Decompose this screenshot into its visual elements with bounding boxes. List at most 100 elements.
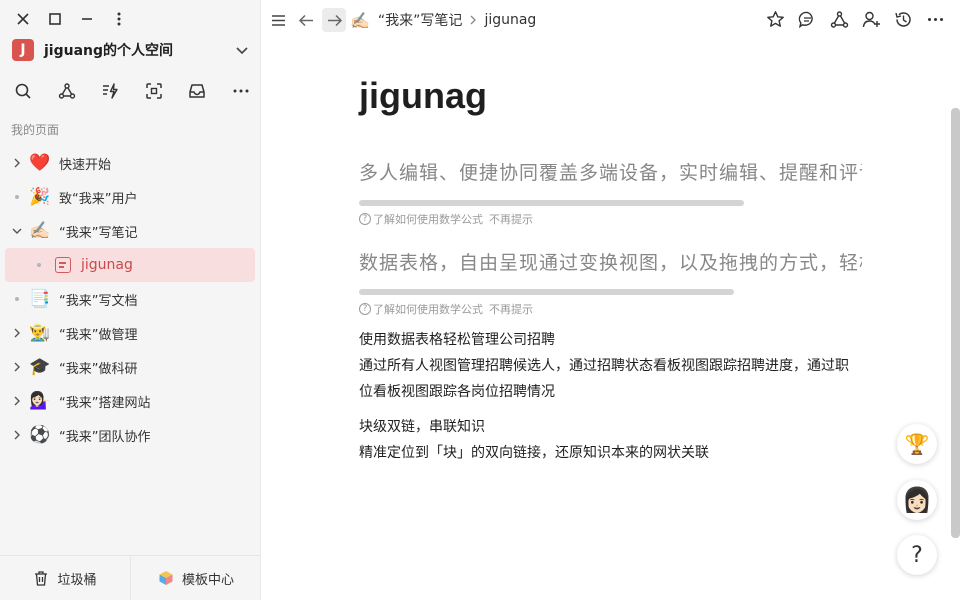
math-hint: ? 了解如何使用数学公式 不再提示 [359, 301, 533, 317]
help-icon: ? [911, 542, 923, 568]
bullet-dot [11, 191, 23, 203]
help-circle-icon: ? [359, 213, 371, 225]
page-title[interactable]: jigunag [359, 75, 487, 117]
chevron-right-icon[interactable] [11, 429, 23, 441]
section-label-my-pages: 我的页面 [11, 123, 60, 137]
chevron-right-icon[interactable] [11, 395, 23, 407]
sidebar: J jiguang的个人空间 我的页面 ❤️ 快速开始 🎉 致“我来”用户 ✍🏻… [0, 0, 261, 600]
comment-icon[interactable] [796, 8, 818, 30]
math-formula-block[interactable]: 数据表格，自由呈现通过变换视图，以及拖拽的方式，轻松 [359, 248, 862, 275]
trash-icon [35, 571, 48, 586]
star-icon[interactable] [764, 8, 786, 30]
page-actions [754, 8, 946, 30]
tree-item-welcome[interactable]: 🎉 致“我来”用户 [5, 180, 255, 214]
party-popper-icon: 🎉 [29, 187, 51, 207]
tree-item-jigunag[interactable]: jigunag [5, 248, 255, 282]
tree-item-quick-start[interactable]: ❤️ 快速开始 [5, 146, 255, 180]
avatar: 👩🏻 [902, 486, 932, 514]
more-vertical-icon[interactable] [108, 8, 130, 30]
breadcrumb: ✍🏻 “我来”写笔记 jigunag [350, 10, 536, 30]
heart-icon: ❤️ [29, 153, 51, 173]
tree-item-label: 致“我来”用户 [59, 191, 138, 207]
tree-item-label: “我来”做科研 [59, 361, 138, 377]
tree-item-label: “我来”写文档 [59, 293, 138, 309]
close-icon[interactable] [12, 8, 34, 30]
tree-item-label: “我来”做管理 [59, 327, 138, 343]
chevron-right-icon[interactable] [11, 327, 23, 339]
graduation-cap-icon: 🎓 [29, 357, 51, 377]
tree-item-label: “我来”写笔记 [59, 225, 138, 241]
math-hint-link[interactable]: 了解如何使用数学公式 [373, 301, 483, 317]
hint-dismiss-link[interactable]: 不再提示 [489, 301, 533, 317]
trash-label: 垃圾桶 [57, 572, 97, 588]
person-tipping-hand-icon: 💁🏻‍♀️ [29, 391, 51, 411]
chevron-right-icon[interactable] [11, 157, 23, 169]
user-avatar-button[interactable]: 👩🏻 [897, 480, 937, 520]
math-hint-link[interactable]: 了解如何使用数学公式 [373, 211, 483, 227]
tree-item-label: “我来”团队协作 [59, 429, 151, 445]
bullet-dot [11, 293, 23, 305]
math-hint: ? 了解如何使用数学公式 不再提示 [359, 211, 533, 227]
math-formula-block[interactable]: 多人编辑、便捷协同覆盖多端设备，实时编辑、提醒和评论 [359, 158, 862, 185]
breadcrumb-parent[interactable]: “我来”写笔记 [378, 10, 463, 30]
scrollbar[interactable] [951, 108, 960, 538]
quick-action-icon[interactable] [99, 80, 121, 102]
workspace-switcher[interactable]: J jiguang的个人空间 [12, 38, 250, 62]
page-content: jigunag 多人编辑、便捷协同覆盖多端设备，实时编辑、提醒和评论 ? 了解如… [262, 40, 960, 600]
trophy-button[interactable]: 🏆 [897, 424, 937, 464]
forward-arrow-icon[interactable] [322, 8, 346, 32]
focus-icon[interactable] [143, 80, 165, 102]
text-block[interactable]: 精准定位到「块」的双向链接，还原知识本来的网状关联 [359, 440, 849, 466]
tree-item-research[interactable]: 🎓 “我来”做科研 [5, 350, 255, 384]
help-circle-icon: ? [359, 303, 371, 315]
tree-item-label: “我来”搭建网站 [59, 395, 151, 411]
page-tree: ❤️ 快速开始 🎉 致“我来”用户 ✍🏻 “我来”写笔记 jigunag 📑 “… [5, 146, 255, 452]
document-emoji-icon: 📑 [29, 289, 51, 309]
chevron-right-icon[interactable] [11, 361, 23, 373]
formula-scroll-bar[interactable] [359, 200, 744, 206]
workspace-avatar: J [12, 39, 34, 61]
tree-item-label: 快速开始 [59, 157, 112, 173]
minimize-icon[interactable] [76, 8, 98, 30]
sidebar-footer: 垃圾桶 模板中心 [0, 555, 261, 600]
text-block[interactable]: 使用数据表格轻松管理公司招聘 [359, 327, 849, 353]
workspace-name: jiguang的个人空间 [44, 43, 174, 59]
tree-item-notes[interactable]: ✍🏻 “我来”写笔记 [5, 214, 255, 248]
tree-item-team[interactable]: ⚽ “我来”团队协作 [5, 418, 255, 452]
maximize-icon[interactable] [44, 8, 66, 30]
formula-scroll-bar[interactable] [359, 289, 734, 295]
document-icon [55, 257, 71, 273]
trophy-icon: 🏆 [904, 432, 930, 456]
farmer-icon: 👨‍🌾 [29, 323, 51, 343]
help-button[interactable]: ? [897, 535, 937, 575]
history-icon[interactable] [892, 8, 914, 30]
writing-hand-icon: ✍🏻 [29, 221, 51, 241]
text-block[interactable]: 块级双链，串联知识 [359, 414, 849, 440]
chevron-down-icon[interactable] [11, 225, 23, 237]
inbox-icon[interactable] [186, 80, 208, 102]
tree-item-website[interactable]: 💁🏻‍♀️ “我来”搭建网站 [5, 384, 255, 418]
tree-item-label: jigunag [81, 257, 133, 273]
text-block[interactable]: 通过所有人视图管理招聘候选人，通过招聘状态看板视图跟踪招聘进度，通过职位看板视图… [359, 353, 849, 405]
trash-button[interactable]: 垃圾桶 [0, 556, 130, 600]
back-arrow-icon[interactable] [294, 8, 318, 32]
templates-button[interactable]: 模板中心 [130, 556, 261, 600]
sidebar-toolbar [12, 80, 273, 102]
search-icon[interactable] [12, 80, 34, 102]
more-icon[interactable] [924, 8, 946, 30]
chevron-right-icon [470, 15, 477, 25]
tree-item-docs[interactable]: 📑 “我来”写文档 [5, 282, 255, 316]
more-icon[interactable] [230, 80, 252, 102]
window-controls [12, 8, 140, 30]
menu-icon[interactable] [266, 8, 290, 32]
breadcrumb-current[interactable]: jigunag [484, 12, 536, 28]
tree-item-management[interactable]: 👨‍🌾 “我来”做管理 [5, 316, 255, 350]
hint-dismiss-link[interactable]: 不再提示 [489, 211, 533, 227]
graph-icon[interactable] [56, 80, 78, 102]
bullet-dot [33, 259, 45, 271]
add-user-icon[interactable] [860, 8, 882, 30]
soccer-ball-icon: ⚽ [29, 425, 51, 445]
cube-icon [159, 571, 173, 585]
graph-icon[interactable] [828, 8, 850, 30]
chevron-down-icon [236, 47, 248, 55]
